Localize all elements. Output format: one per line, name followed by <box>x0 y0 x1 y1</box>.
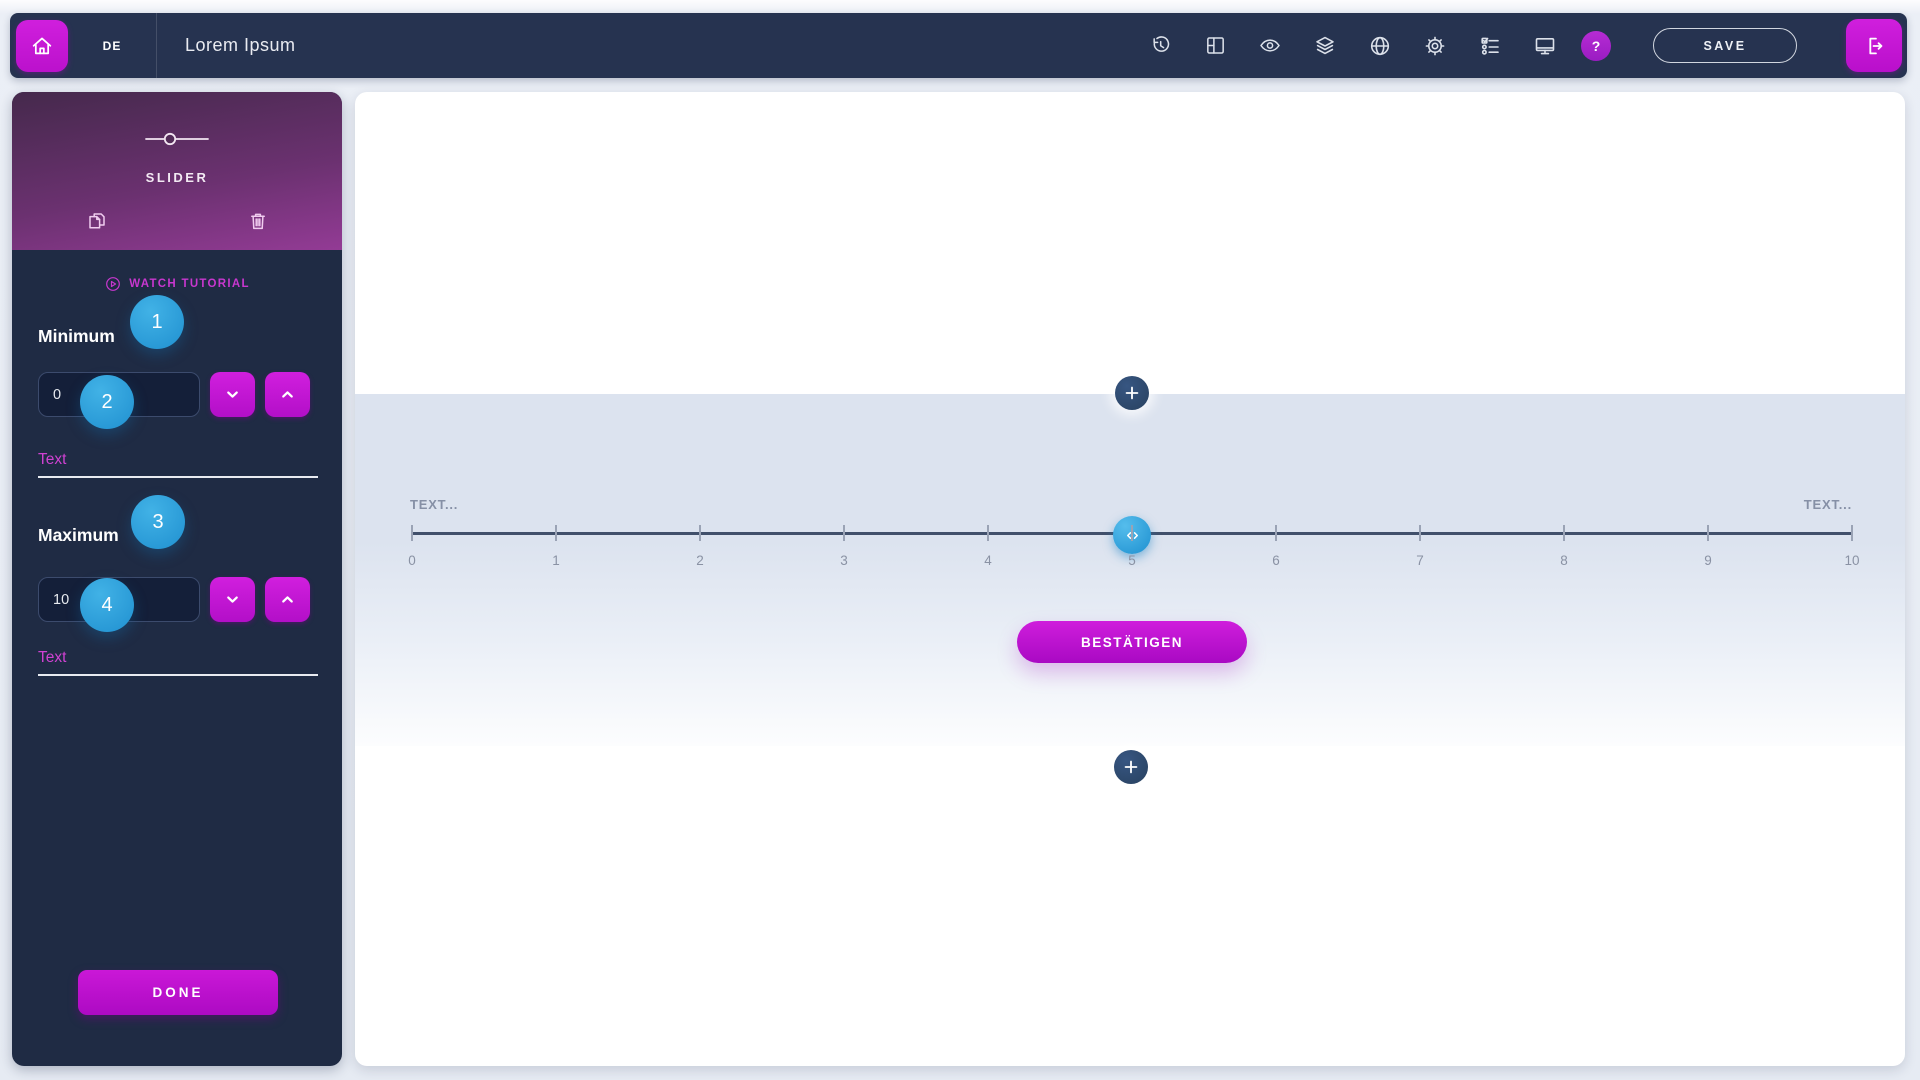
slider-widget-icon <box>145 131 209 147</box>
done-button[interactable]: DONE <box>78 970 278 1015</box>
help-button[interactable]: ? <box>1581 30 1611 61</box>
add-element-below-button[interactable] <box>1114 750 1148 784</box>
maximum-label: Maximum <box>38 525 119 545</box>
widget-type-label: SLIDER <box>145 170 209 185</box>
chevron-up-icon <box>277 589 298 610</box>
slider-tick-label: 0 <box>408 553 416 568</box>
chevron-up-icon <box>277 384 298 405</box>
slider-tick-label: 3 <box>840 553 848 568</box>
slider-tick <box>843 525 845 541</box>
slider-tick-label: 2 <box>696 553 704 568</box>
navbar-divider <box>156 13 157 78</box>
tutorial-step-badge-4: 4 <box>80 578 134 632</box>
form-canvas: TEXT... TEXT... 0 1 2 3 4 5 6 7 8 9 10 BESTÄTIGEN <box>355 92 1905 1066</box>
play-icon <box>104 275 122 293</box>
maximum-decrement-button[interactable] <box>210 577 255 622</box>
slider-tick-label: 6 <box>1272 553 1280 568</box>
slider-tick <box>1275 525 1277 541</box>
layers-icon[interactable] <box>1313 28 1337 64</box>
minimum-text-input[interactable] <box>38 444 318 478</box>
slider-left-label: TEXT... <box>410 497 459 512</box>
tutorial-step-badge-3: 3 <box>131 495 185 549</box>
slider-tick <box>411 525 413 541</box>
minimum-increment-button[interactable] <box>265 372 310 417</box>
history-icon[interactable] <box>1148 28 1172 64</box>
slider-tick <box>555 525 557 541</box>
minimum-input-row <box>38 372 310 417</box>
slider-right-label: TEXT... <box>1803 497 1852 512</box>
add-element-above-button[interactable] <box>1115 376 1149 410</box>
logout-button[interactable] <box>1846 19 1902 72</box>
slider-tick <box>699 525 701 541</box>
slider-tick-label: 5 <box>1128 553 1136 568</box>
widget-header: SLIDER <box>12 92 342 250</box>
slider-tick <box>1419 525 1421 541</box>
layout-icon[interactable] <box>1203 28 1227 64</box>
slider-tick-label: 9 <box>1704 553 1712 568</box>
slider-tick <box>987 525 989 541</box>
plus-icon <box>1121 757 1141 777</box>
slider-tick <box>1563 525 1565 541</box>
logout-icon <box>1861 33 1887 59</box>
locale-indicator: DE <box>102 38 122 53</box>
maximum-increment-button[interactable] <box>265 577 310 622</box>
confirm-button[interactable]: BESTÄTIGEN <box>1017 621 1247 663</box>
settings-gear-icon[interactable] <box>1423 28 1447 64</box>
chevron-down-icon <box>222 384 243 405</box>
navbar-toolbar <box>1148 28 1557 64</box>
top-navbar: DE Lorem Ipsum ? SAVE <box>10 13 1907 78</box>
tutorial-step-badge-2: 2 <box>80 375 134 429</box>
slider-tick-label: 8 <box>1560 553 1568 568</box>
trash-icon <box>246 209 270 233</box>
slider-tick <box>1707 525 1709 541</box>
watch-tutorial-link[interactable]: WATCH TUTORIAL <box>12 275 342 293</box>
widget-settings-panel: SLIDER WATCH TUTORIAL Minimum 0 Text Max… <box>12 92 342 1066</box>
slider-preview: 0 1 2 3 4 5 6 7 8 9 10 <box>408 516 1860 585</box>
minimum-label: Minimum <box>38 326 115 346</box>
delete-widget-button[interactable] <box>245 208 271 234</box>
chevron-down-icon <box>222 589 243 610</box>
watch-tutorial-label: WATCH TUTORIAL <box>129 278 250 290</box>
copy-icon <box>85 209 109 233</box>
tutorial-step-badge-1: 1 <box>130 295 184 349</box>
checklist-icon[interactable] <box>1478 28 1502 64</box>
page-title: Lorem Ipsum <box>185 35 296 55</box>
slider-tick <box>1851 525 1853 541</box>
slider-tick-label: 10 <box>1844 553 1860 568</box>
slider-tick-label: 7 <box>1416 553 1424 568</box>
slider-tick-label: 1 <box>552 553 560 568</box>
globe-icon[interactable] <box>1368 28 1392 64</box>
display-icon[interactable] <box>1533 28 1557 64</box>
minimum-decrement-button[interactable] <box>210 372 255 417</box>
maximum-text-input[interactable] <box>38 642 318 676</box>
slider-tick <box>1131 525 1133 541</box>
plus-icon <box>1122 383 1142 403</box>
maximum-input-row <box>38 577 310 622</box>
home-button[interactable] <box>16 19 68 72</box>
slider-tick-label: 4 <box>984 553 992 568</box>
home-icon <box>29 33 55 59</box>
duplicate-widget-button[interactable] <box>84 208 110 234</box>
save-button[interactable]: SAVE <box>1653 28 1797 63</box>
preview-eye-icon[interactable] <box>1258 28 1282 64</box>
